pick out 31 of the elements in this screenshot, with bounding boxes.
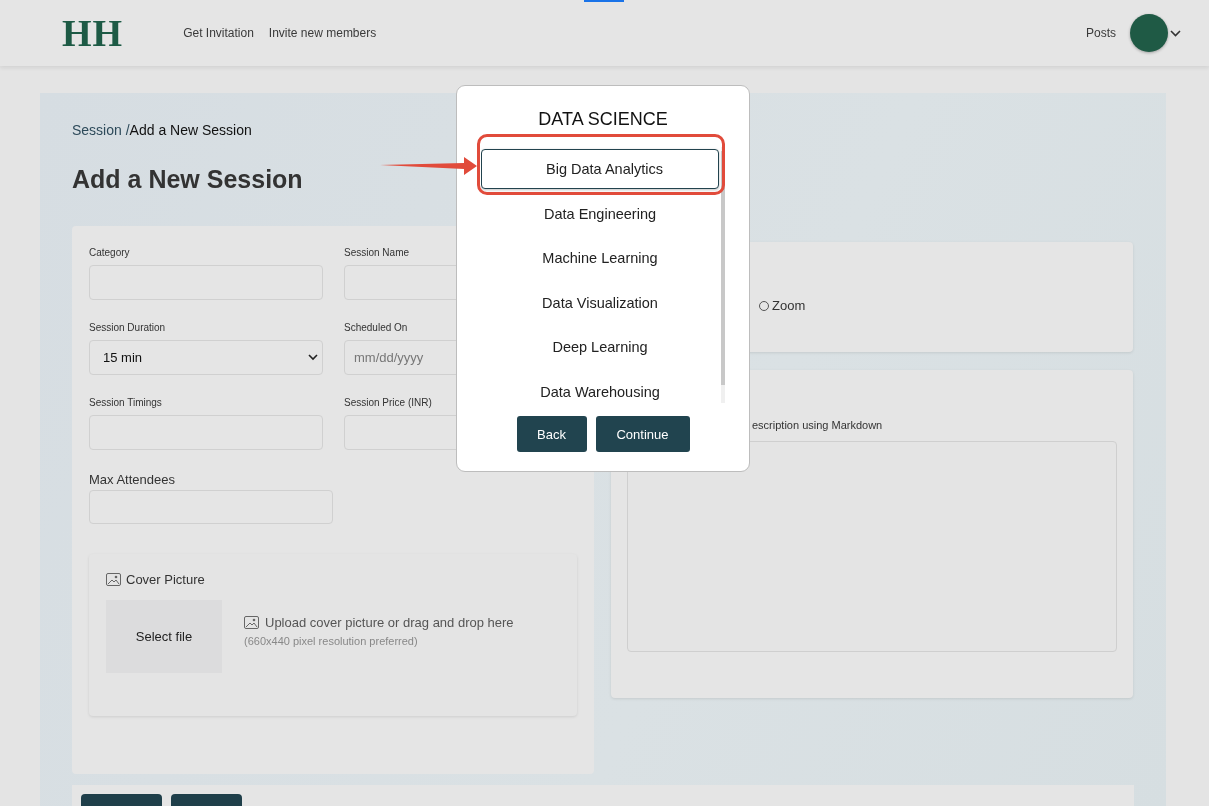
field-label: escription using Markdown bbox=[752, 419, 883, 431]
chevron-down-icon[interactable] bbox=[1170, 29, 1181, 37]
field-label: Max Attendees bbox=[89, 472, 176, 487]
nav-link[interactable]: Get Invitation bbox=[183, 26, 254, 40]
duration-dropdown[interactable]: 15 min bbox=[89, 340, 323, 375]
scrollbar[interactable] bbox=[721, 147, 725, 403]
breadcrumb-current: Add a New Session bbox=[129, 122, 252, 138]
nav-link[interactable]: Posts bbox=[1086, 26, 1116, 40]
upload-hint: Upload cover picture or drag and drop here bbox=[265, 615, 514, 630]
page-title: Add a New Session bbox=[72, 165, 303, 194]
nav-link[interactable]: Invite new members bbox=[268, 26, 377, 40]
continue-button[interactable]: Continue bbox=[595, 416, 690, 452]
description-textarea[interactable] bbox=[627, 441, 1117, 652]
back-button[interactable]: Back bbox=[516, 416, 587, 452]
select-file-button[interactable]: Select file bbox=[106, 600, 222, 673]
resolution-note: (660x440 pixel resolution preferred) bbox=[244, 635, 419, 647]
image-icon bbox=[244, 616, 259, 629]
section-title: Cover Picture bbox=[126, 572, 205, 587]
radio-option[interactable]: Zoom bbox=[759, 298, 806, 313]
field-label: Session Price (INR) bbox=[344, 397, 433, 408]
logo[interactable]: HH bbox=[62, 11, 124, 55]
image-icon bbox=[106, 573, 121, 586]
field-label: Category bbox=[89, 247, 131, 258]
field-label: Scheduled On bbox=[344, 322, 409, 333]
option-item[interactable]: Big Data Analytics bbox=[481, 149, 719, 189]
field-label: Session Timings bbox=[89, 397, 163, 408]
breadcrumb-link[interactable]: Session / bbox=[72, 122, 130, 138]
dialog-title: DATA SCIENCE bbox=[538, 109, 668, 130]
field-label: Session Duration bbox=[89, 322, 167, 333]
chevron-down-icon bbox=[308, 354, 318, 361]
avatar[interactable] bbox=[1130, 14, 1168, 52]
